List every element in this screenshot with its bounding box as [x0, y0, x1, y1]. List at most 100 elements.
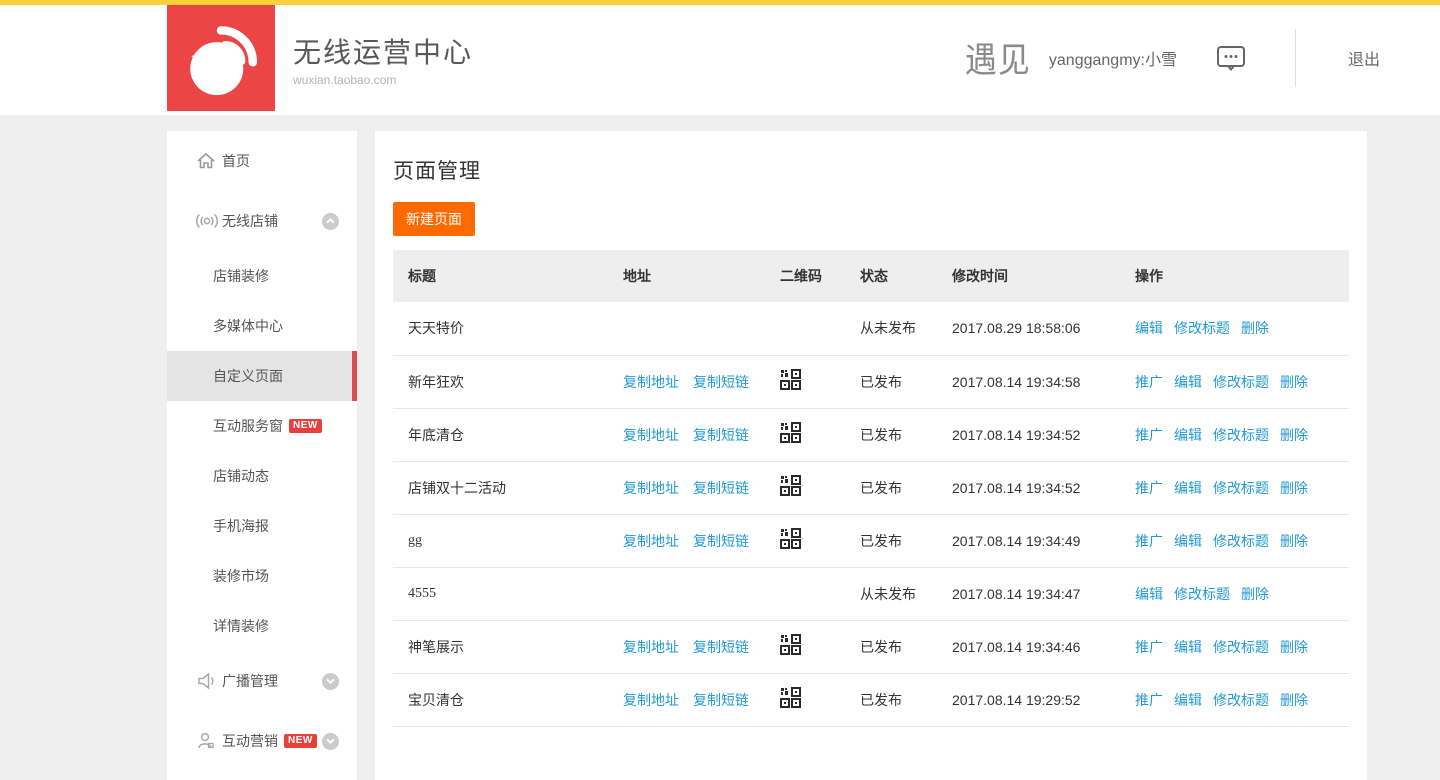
status-cell: 已发布: [845, 673, 937, 726]
table-header-row: 标题地址二维码状态修改时间操作: [393, 250, 1349, 302]
sidebar-item-label: 广播管理: [222, 671, 278, 691]
app-header: 无线运营中心 wuxian.taobao.com 遇见 yanggangmy:小…: [0, 5, 1440, 115]
page-title-cell: 天天特价: [393, 302, 608, 355]
sidebar-item-decoration-market[interactable]: 装修市场: [167, 551, 357, 601]
modified-time-cell: 2017.08.14 19:34:47: [937, 567, 1120, 620]
address-cell: 复制地址复制短链: [608, 408, 765, 461]
operation-link[interactable]: 编辑: [1135, 322, 1163, 337]
sidebar-item-interactive-marketing[interactable]: 互动营销NEW: [167, 711, 357, 771]
operation-link[interactable]: 编辑: [1174, 429, 1202, 444]
chevron-down-icon[interactable]: [322, 733, 339, 750]
copy-address-link[interactable]: 复制地址: [623, 376, 679, 391]
operation-link[interactable]: 推广: [1135, 429, 1163, 444]
operation-link[interactable]: 编辑: [1174, 535, 1202, 550]
chevron-down-icon[interactable]: [322, 673, 339, 690]
column-header: 修改时间: [937, 250, 1120, 302]
sidebar-item-broadcast-management[interactable]: 广播管理: [167, 651, 357, 711]
operation-link[interactable]: 删除: [1280, 429, 1308, 444]
operation-link[interactable]: 推广: [1135, 694, 1163, 709]
page-title: 页面管理: [393, 155, 1367, 185]
operation-link[interactable]: 删除: [1280, 694, 1308, 709]
modified-time-cell: 2017.08.14 19:34:46: [937, 620, 1120, 673]
copy-address-link[interactable]: 复制地址: [623, 429, 679, 444]
operation-link[interactable]: 推广: [1135, 535, 1163, 550]
sidebar-item-label: 装修市场: [213, 566, 269, 586]
copy-address-link[interactable]: 复制地址: [623, 535, 679, 550]
operations-cell: 推广编辑修改标题删除: [1120, 355, 1349, 408]
operation-link[interactable]: 修改标题: [1174, 322, 1230, 337]
sidebar-item-label: 多媒体中心: [213, 316, 283, 336]
modified-time-cell: 2017.08.14 19:34:58: [937, 355, 1120, 408]
copy-shortlink-link[interactable]: 复制短链: [693, 535, 749, 550]
sidebar-item-detail-decoration[interactable]: 详情装修: [167, 601, 357, 651]
qr-code-icon[interactable]: [780, 369, 801, 390]
qr-code-icon[interactable]: [780, 528, 801, 549]
sidebar-item-shop-decoration[interactable]: 店铺装修: [167, 251, 357, 301]
operation-link[interactable]: 删除: [1280, 482, 1308, 497]
new-badge: NEW: [289, 419, 322, 433]
copy-shortlink-link[interactable]: 复制短链: [693, 641, 749, 656]
operation-link[interactable]: 修改标题: [1213, 482, 1269, 497]
new-page-button[interactable]: 新建页面: [393, 202, 475, 236]
modified-time-cell: 2017.08.14 19:34:52: [937, 408, 1120, 461]
operation-link[interactable]: 修改标题: [1213, 376, 1269, 391]
operation-link[interactable]: 推广: [1135, 482, 1163, 497]
pages-table: 标题地址二维码状态修改时间操作 天天特价从未发布2017.08.29 18:58…: [393, 250, 1349, 727]
sidebar-item-custom-pages[interactable]: 自定义页面: [167, 351, 357, 401]
copy-address-link[interactable]: 复制地址: [623, 694, 679, 709]
operation-link[interactable]: 修改标题: [1213, 429, 1269, 444]
status-cell: 已发布: [845, 355, 937, 408]
operation-link[interactable]: 修改标题: [1213, 641, 1269, 656]
operation-link[interactable]: 编辑: [1135, 588, 1163, 603]
operation-link[interactable]: 修改标题: [1174, 588, 1230, 603]
operation-link[interactable]: 删除: [1241, 322, 1269, 337]
operation-link[interactable]: 推广: [1135, 641, 1163, 656]
copy-address-link[interactable]: 复制地址: [623, 482, 679, 497]
copy-shortlink-link[interactable]: 复制短链: [693, 694, 749, 709]
sidebar-item-multimedia-center[interactable]: 多媒体中心: [167, 301, 357, 351]
operation-link[interactable]: 修改标题: [1213, 694, 1269, 709]
sidebar-item-mobile-poster[interactable]: 手机海报: [167, 501, 357, 551]
qr-cell: [765, 620, 845, 673]
table-row: 宝贝清仓复制地址复制短链已发布2017.08.14 19:29:52推广编辑修改…: [393, 673, 1349, 726]
operation-link[interactable]: 删除: [1280, 641, 1308, 656]
address-cell: [608, 567, 765, 620]
status-cell: 从未发布: [845, 302, 937, 355]
chevron-up-icon[interactable]: [322, 213, 339, 230]
operation-link[interactable]: 修改标题: [1213, 535, 1269, 550]
sidebar-item-home[interactable]: 首页: [167, 131, 357, 191]
column-header: 二维码: [765, 250, 845, 302]
table-row: 新年狂欢复制地址复制短链已发布2017.08.14 19:34:58推广编辑修改…: [393, 355, 1349, 408]
sidebar-item-shop-dynamics[interactable]: 店铺动态: [167, 451, 357, 501]
copy-shortlink-link[interactable]: 复制短链: [693, 482, 749, 497]
operation-link[interactable]: 推广: [1135, 376, 1163, 391]
copy-address-link[interactable]: 复制地址: [623, 641, 679, 656]
operation-link[interactable]: 编辑: [1174, 482, 1202, 497]
sidebar: 首页无线店铺店铺装修多媒体中心自定义页面互动服务窗NEW店铺动态手机海报装修市场…: [167, 131, 357, 780]
qr-code-icon[interactable]: [780, 687, 801, 708]
operations-cell: 推广编辑修改标题删除: [1120, 408, 1349, 461]
sidebar-item-label: 互动营销: [222, 731, 278, 751]
logout-button[interactable]: 退出: [1348, 46, 1380, 70]
qr-cell: [765, 355, 845, 408]
operation-link[interactable]: 删除: [1241, 588, 1269, 603]
modified-time-cell: 2017.08.14 19:29:52: [937, 673, 1120, 726]
sidebar-item-wireless-shop[interactable]: 无线店铺: [167, 191, 357, 251]
operation-link[interactable]: 删除: [1280, 376, 1308, 391]
app-logo[interactable]: [167, 5, 275, 111]
qr-code-icon[interactable]: [780, 475, 801, 496]
qr-code-icon[interactable]: [780, 422, 801, 443]
operation-link[interactable]: 编辑: [1174, 376, 1202, 391]
status-cell: 已发布: [845, 620, 937, 673]
operation-link[interactable]: 编辑: [1174, 641, 1202, 656]
header-divider: [1295, 29, 1296, 87]
copy-shortlink-link[interactable]: 复制短链: [693, 429, 749, 444]
copy-shortlink-link[interactable]: 复制短链: [693, 376, 749, 391]
operation-link[interactable]: 删除: [1280, 535, 1308, 550]
message-icon[interactable]: [1215, 43, 1247, 73]
sidebar-item-interactive-service-window[interactable]: 互动服务窗NEW: [167, 401, 357, 451]
operation-link[interactable]: 编辑: [1174, 694, 1202, 709]
qr-cell: [765, 461, 845, 514]
qr-code-icon[interactable]: [780, 634, 801, 655]
column-header: 操作: [1120, 250, 1349, 302]
